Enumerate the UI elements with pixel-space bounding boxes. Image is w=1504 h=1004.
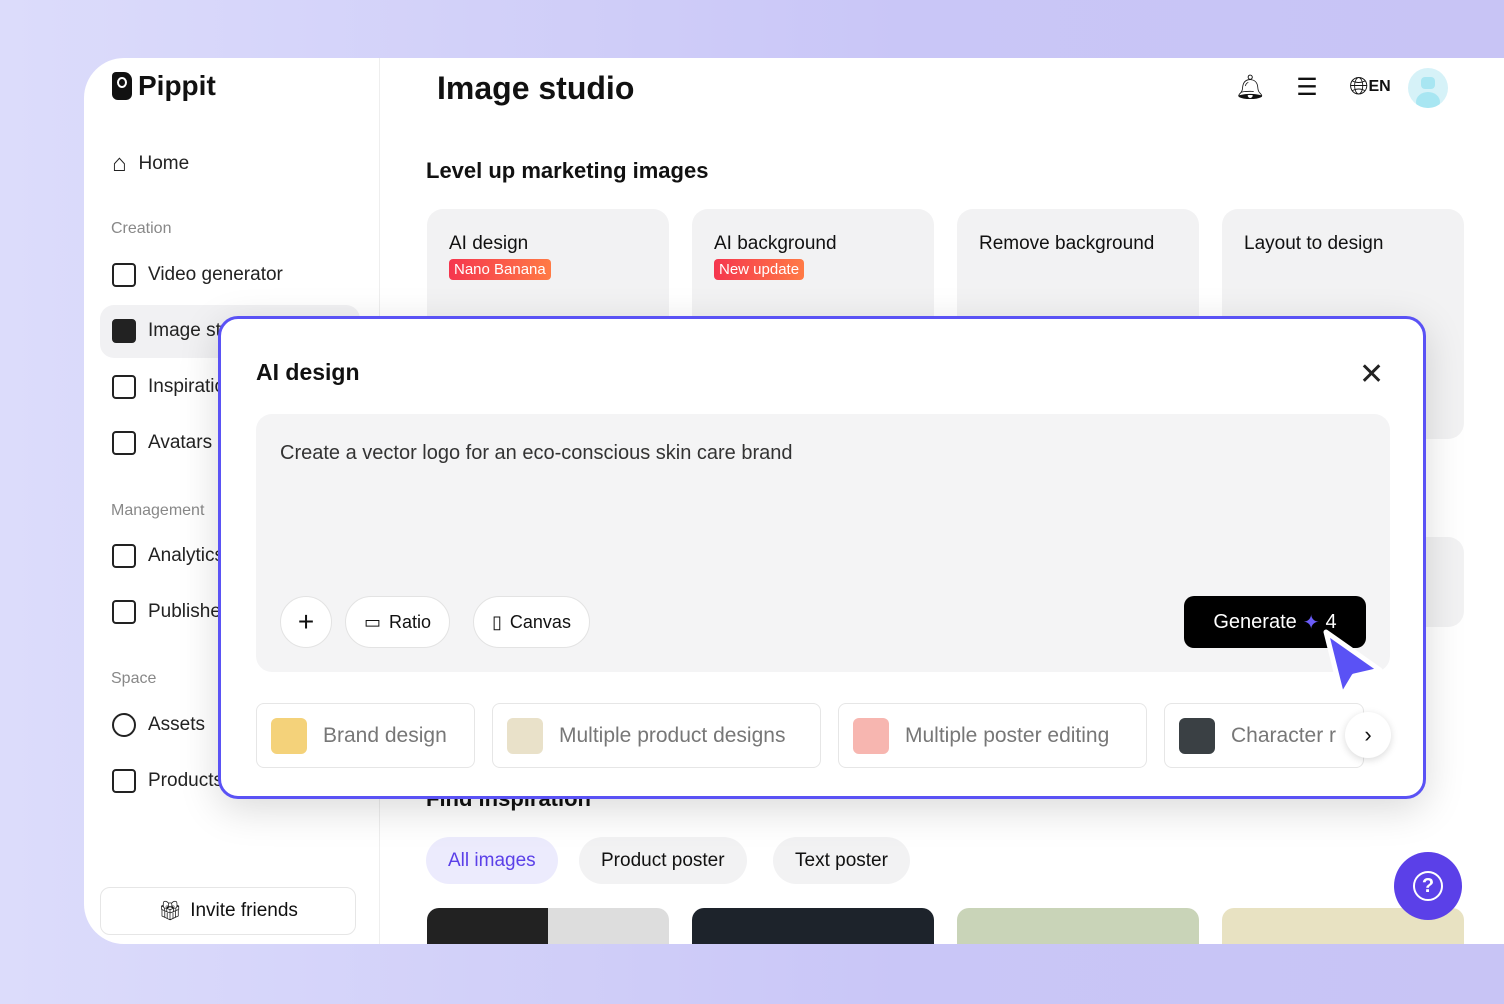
logo[interactable]: Pippit [112, 70, 216, 102]
filter-all-images[interactable]: All images [426, 837, 558, 884]
section-creation: Creation [111, 220, 172, 237]
language-button[interactable]: 🌐︎ EN [1348, 70, 1392, 104]
sidebar-item-avatars[interactable]: Avatars [112, 431, 212, 455]
canvas-icon: ▯ [492, 611, 502, 632]
prompt-input[interactable]: Create a vector logo for an eco-consciou… [256, 414, 1390, 672]
badge: New update [714, 259, 805, 280]
product-icon [112, 769, 136, 793]
section-management: Management [111, 502, 205, 519]
suggestion-multiple-poster-editing[interactable]: Multiple poster editing [838, 703, 1147, 768]
sidebar-item-video-generator[interactable]: Video generator [112, 263, 283, 287]
badge: Nano Banana [449, 259, 551, 280]
suggestion-brand-design[interactable]: Brand design [256, 703, 475, 768]
sidebar-item-publisher[interactable]: Publisher [112, 600, 227, 624]
stack-icon[interactable]: ☰ [1290, 70, 1324, 104]
question-icon: ? [1413, 871, 1443, 901]
sidebar-item-home[interactable]: ⌂ Home [112, 150, 189, 178]
suggestion-multiple-product-designs[interactable]: Multiple product designs [492, 703, 821, 768]
globe-icon: 🌐︎ [1349, 73, 1369, 100]
ratio-icon: ▭ [364, 611, 382, 632]
thumbnail [853, 717, 889, 754]
inspiration-image[interactable] [957, 908, 1199, 944]
cursor-icon [1323, 629, 1383, 699]
calendar-icon [112, 600, 136, 624]
filter-text-poster[interactable]: Text poster [773, 837, 910, 884]
inspiration-icon [112, 375, 136, 399]
avatar-icon [112, 431, 136, 455]
close-icon[interactable]: ✕ [1359, 357, 1384, 392]
add-button[interactable]: + [280, 596, 332, 648]
avatar[interactable] [1408, 68, 1448, 108]
chevron-right-icon[interactable]: › [1345, 712, 1391, 758]
thumbnail [507, 717, 543, 754]
image-sparkle-icon [112, 319, 136, 343]
ai-design-modal: AI design ✕ Create a vector logo for an … [218, 316, 1426, 799]
thumbnail [1179, 717, 1215, 754]
gift-icon: 🎁︎ [158, 901, 183, 922]
page-title: Image studio [437, 70, 635, 106]
invite-friends-button[interactable]: 🎁︎ Invite friends [100, 887, 356, 935]
sidebar-item-products[interactable]: Products [112, 769, 223, 793]
suggestion-character[interactable]: Character r [1164, 703, 1364, 768]
sidebar-item-assets[interactable]: Assets [112, 713, 205, 737]
cloud-icon [112, 713, 136, 737]
thumbnail [271, 717, 307, 754]
filter-product-poster[interactable]: Product poster [579, 837, 747, 884]
plus-icon: + [297, 606, 315, 637]
section-space: Space [111, 670, 157, 687]
home-icon: ⌂ [112, 150, 127, 177]
modal-title: AI design [256, 359, 360, 385]
analytics-icon [112, 544, 136, 568]
ratio-button[interactable]: ▭ Ratio [345, 596, 451, 648]
inspiration-image[interactable] [427, 908, 669, 944]
section-title: Level up marketing images [426, 158, 709, 183]
video-sparkle-icon [112, 263, 136, 287]
sparkle-icon: ✦ [1302, 611, 1320, 634]
inspiration-image[interactable] [692, 908, 934, 944]
help-button[interactable]: ? [1394, 852, 1462, 920]
bell-icon[interactable]: 🔔︎ [1233, 70, 1267, 104]
canvas-button[interactable]: ▯ Canvas [473, 596, 590, 648]
sidebar-item-analytics[interactable]: Analytics [112, 544, 224, 568]
